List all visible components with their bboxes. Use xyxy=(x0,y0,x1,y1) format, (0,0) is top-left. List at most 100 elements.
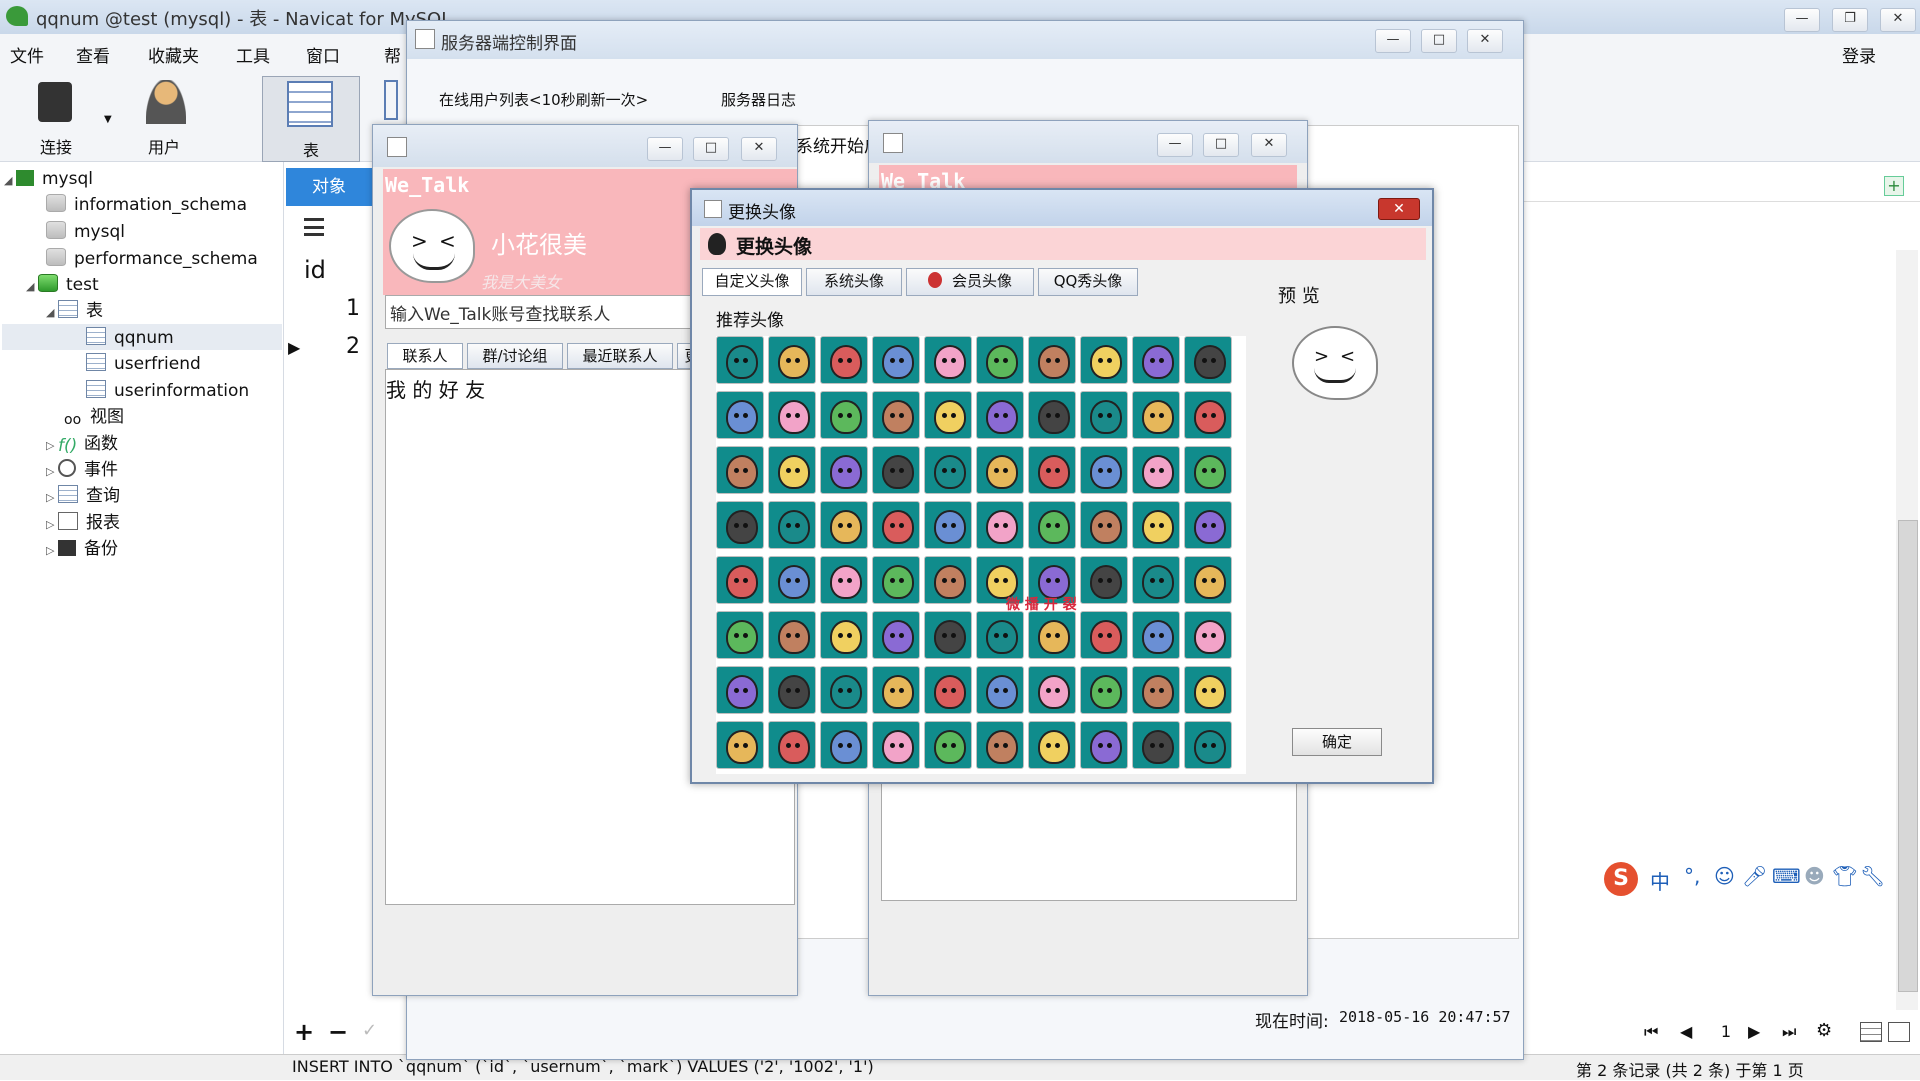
avatar-man-black-2[interactable] xyxy=(1132,556,1180,604)
avatar-frog-green[interactable] xyxy=(716,336,764,384)
tree-events[interactable]: ▷ 事件 xyxy=(46,457,118,483)
avatar-bunny-pink[interactable] xyxy=(768,391,816,439)
avatar-boy-dark[interactable] xyxy=(716,391,764,439)
avatar-chick-2[interactable] xyxy=(924,721,972,769)
ime-chinese-mode[interactable]: 中 xyxy=(1650,866,1670,895)
avatar-blonde-girl[interactable] xyxy=(976,501,1024,549)
avatar-boy-blue-hair[interactable] xyxy=(976,611,1024,659)
server-log-tab[interactable]: 服务器日志 xyxy=(721,89,796,110)
avatar-red-hair-girl[interactable] xyxy=(924,336,972,384)
avatar-duck-yellow[interactable] xyxy=(1184,391,1232,439)
menu-view[interactable]: 查看 xyxy=(76,42,110,67)
avatar-lion[interactable] xyxy=(872,446,920,494)
dropdown-arrow-icon[interactable]: ▼ xyxy=(104,114,112,125)
avatar-girl-blue[interactable] xyxy=(716,666,764,714)
grid-row-1[interactable]: 1 xyxy=(346,296,360,321)
avatar-girl-green[interactable] xyxy=(872,611,920,659)
skin-icon[interactable]: 👕︎ xyxy=(1832,864,1857,888)
avatar-bear[interactable] xyxy=(768,501,816,549)
avatar-dolphin[interactable] xyxy=(820,666,868,714)
avatar-girl-red-hair[interactable] xyxy=(1080,446,1128,494)
avatar-police[interactable] xyxy=(1080,721,1128,769)
avatar-girl-red[interactable] xyxy=(1132,391,1180,439)
avatar-baby[interactable] xyxy=(924,391,972,439)
menu-window[interactable]: 窗口 xyxy=(306,42,340,67)
tab-member-avatar[interactable]: 会员头像 xyxy=(906,268,1034,296)
avatar-girl-black[interactable] xyxy=(820,501,868,549)
menu-file[interactable]: 文件 xyxy=(10,42,44,67)
avatar-robot[interactable] xyxy=(1184,666,1232,714)
restore-button[interactable]: ❐ xyxy=(1832,8,1868,32)
vertical-scrollbar[interactable] xyxy=(1896,250,1918,1010)
tree-queries[interactable]: ▷ 查询 xyxy=(46,483,120,509)
avatar-man-brown[interactable] xyxy=(872,556,920,604)
avatar-man-glasses[interactable] xyxy=(716,611,764,659)
avatar-dialog-close-button[interactable]: ✕ xyxy=(1378,198,1420,220)
tree-tables-node[interactable]: ◢ 表 xyxy=(46,298,103,324)
tab-system-avatar[interactable]: 系统头像 xyxy=(806,268,902,296)
avatar-girl-red-3[interactable] xyxy=(1184,556,1232,604)
tree-table-userfriend[interactable]: userfriend xyxy=(86,351,201,377)
avatar-panda[interactable] xyxy=(1080,391,1128,439)
avatar-girl-blonde[interactable] xyxy=(1132,501,1180,549)
profile-avatar[interactable]: > < xyxy=(389,209,475,283)
apply-record-button[interactable]: ✓ xyxy=(362,1020,377,1041)
next-page-button[interactable]: ▶ xyxy=(1748,1022,1760,1041)
avatar-old-monk[interactable] xyxy=(872,501,920,549)
avatar-rabbit-white[interactable] xyxy=(820,336,868,384)
tree-functions[interactable]: ▷ f() 函数 xyxy=(46,431,118,457)
tab-recent[interactable]: 最近联系人 xyxy=(567,343,673,369)
tab-qqshow-avatar[interactable]: QQ秀头像 xyxy=(1038,268,1138,296)
online-users-tab[interactable]: 在线用户列表<10秒刷新一次> xyxy=(439,89,648,110)
object-tab[interactable]: 对象 xyxy=(286,168,372,206)
tree-table-qqnum[interactable]: qqnum xyxy=(86,325,174,351)
punctuation-icon[interactable]: °, xyxy=(1684,864,1700,888)
menu-favorites[interactable]: 收藏夹 xyxy=(148,42,199,67)
tree-mysql-connection[interactable]: ◢ mysql xyxy=(4,166,93,192)
avatar-baby-2[interactable] xyxy=(1080,611,1128,659)
avatar-punk-man[interactable] xyxy=(1184,721,1232,769)
avatar-girl-pink-2[interactable] xyxy=(872,721,920,769)
avatar-cow[interactable] xyxy=(768,721,816,769)
delete-record-button[interactable]: − xyxy=(328,1018,348,1046)
client-right-minimize-button[interactable]: — xyxy=(1157,133,1193,157)
last-page-button[interactable]: ⏭ xyxy=(1782,1022,1796,1042)
prev-page-button[interactable]: ◀ xyxy=(1680,1022,1692,1041)
tab-groups[interactable]: 群/讨论组 xyxy=(467,343,563,369)
user-button[interactable]: 用户 xyxy=(132,76,202,160)
avatar-dog-blue[interactable] xyxy=(768,336,816,384)
server-minimize-button[interactable]: — xyxy=(1375,29,1411,53)
avatar-boy-glasses[interactable] xyxy=(924,556,972,604)
table-button[interactable]: 表 xyxy=(262,76,360,162)
wrench-icon[interactable]: 🔧︎ xyxy=(1860,864,1885,888)
avatar-frog-2[interactable] xyxy=(924,666,972,714)
menu-help[interactable]: 帮 xyxy=(384,42,401,67)
avatar-duck-green[interactable] xyxy=(716,501,764,549)
friends-group-label[interactable]: 我 的 好 友 xyxy=(386,374,485,403)
avatar-rabbit-blue[interactable] xyxy=(1028,391,1076,439)
login-link[interactable]: 登录 xyxy=(1842,42,1876,67)
minimize-button[interactable]: — xyxy=(1784,8,1820,32)
avatar-man-black[interactable] xyxy=(1028,446,1076,494)
form-view-icon[interactable] xyxy=(1888,1022,1910,1042)
avatar-tiger-2[interactable] xyxy=(1080,666,1128,714)
avatar-boy-brown[interactable] xyxy=(976,446,1024,494)
grid-row-2[interactable]: 2 xyxy=(346,334,360,359)
avatar-mustache-man[interactable] xyxy=(820,391,868,439)
menu-tools[interactable]: 工具 xyxy=(236,42,270,67)
avatar-dragon-blue[interactable] xyxy=(1080,501,1128,549)
avatar-cat-grey[interactable] xyxy=(1184,336,1232,384)
tree-views[interactable]: oo 视图 xyxy=(64,404,124,430)
avatar-wolf-blue[interactable] xyxy=(716,446,764,494)
server-close-button[interactable]: ✕ xyxy=(1467,29,1503,53)
avatar-mouse-yellow[interactable] xyxy=(924,611,972,659)
avatar-girl-pink[interactable] xyxy=(1028,501,1076,549)
avatar-girl-purple-3[interactable] xyxy=(976,666,1024,714)
server-maximize-button[interactable]: □ xyxy=(1421,29,1457,53)
microphone-icon[interactable]: 🎤︎ xyxy=(1742,864,1767,888)
avatar-man-dark[interactable] xyxy=(1184,611,1232,659)
grid-column-header-id[interactable]: id xyxy=(304,256,326,284)
avatar-dog-white[interactable] xyxy=(716,556,764,604)
sogou-logo-icon[interactable]: S xyxy=(1604,862,1638,896)
hamburger-menu-icon[interactable] xyxy=(304,218,324,236)
